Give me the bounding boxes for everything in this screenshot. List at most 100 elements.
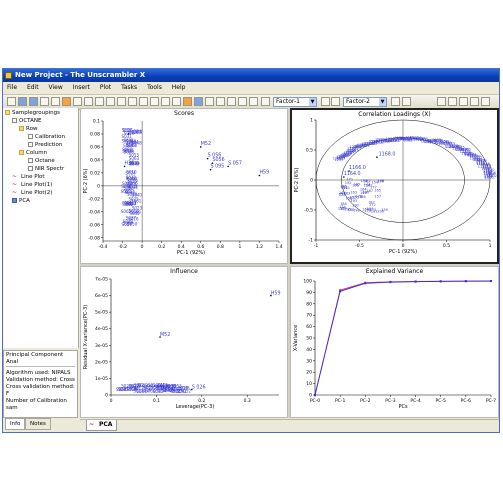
zoom-in-icon[interactable] — [117, 97, 126, 106]
loading-point-label: 198 — [353, 208, 360, 212]
new-file-icon[interactable] — [7, 97, 16, 106]
redo-icon[interactable] — [95, 97, 104, 106]
y-tick-label: -0.06 — [88, 222, 100, 228]
y-tick-label: 0 — [309, 393, 312, 399]
prev-icon[interactable] — [391, 97, 400, 106]
x-tick-label: PC-3 — [385, 398, 395, 404]
factor-y-select[interactable]: Factor-2 ▼ — [343, 97, 387, 107]
factor-x-select[interactable]: Factor-1 ▼ — [273, 97, 317, 107]
tree-item-pca[interactable]: PCA — [12, 198, 30, 205]
chevron-down-icon: ▼ — [379, 98, 386, 106]
influence-plot[interactable]: Influence 0 0.1 0.2 0.3 7e-05 6e-05 5e-05 4e-05… — [80, 266, 288, 418]
menu-insert[interactable]: Insert — [73, 84, 90, 91]
x-tick-label: 0.5 — [443, 243, 450, 249]
table-icon — [12, 118, 17, 123]
loading-point-label: 186 — [359, 195, 366, 199]
tree-item-line-plot-1[interactable]: ~ Line Plot(1) — [12, 182, 52, 189]
arrow-draw-icon[interactable] — [448, 97, 457, 106]
y-tick-label: 0.08 — [90, 131, 100, 137]
tree-label: OCTANE — [19, 118, 42, 124]
tree-item-column[interactable]: Column — [19, 150, 47, 157]
tree-item-calibration[interactable]: Calibration — [28, 134, 65, 141]
loading-point-label: 193 — [350, 199, 357, 203]
save-icon[interactable] — [29, 97, 38, 106]
tree-item-nir[interactable]: NIR Spectr — [28, 166, 64, 173]
tab-info[interactable]: Info — [5, 418, 26, 430]
print-icon[interactable] — [40, 97, 49, 106]
y-tick-label: -0.08 — [88, 235, 100, 241]
menu-view[interactable]: View — [49, 84, 63, 91]
swap-icon[interactable] — [331, 97, 340, 106]
y-axis-icon[interactable] — [321, 97, 330, 106]
rescale-icon[interactable] — [150, 97, 159, 106]
copy-icon[interactable] — [73, 97, 82, 106]
mark-icon[interactable] — [183, 97, 192, 106]
menu-plot[interactable]: Plot — [100, 84, 111, 91]
menu-file[interactable]: File — [7, 84, 17, 91]
table-icon[interactable] — [205, 97, 214, 106]
grid-icon[interactable] — [194, 97, 203, 106]
tab-notes[interactable]: Notes — [25, 418, 51, 430]
polygon-draw-icon[interactable] — [481, 97, 490, 106]
x-tick-label: PC-4 — [410, 398, 420, 404]
forward-icon[interactable] — [249, 97, 258, 106]
tree-item-octane-col[interactable]: Octane — [28, 158, 55, 165]
open-icon[interactable] — [18, 97, 27, 106]
filter-icon[interactable] — [172, 97, 181, 106]
x-axis-icon[interactable] — [261, 97, 270, 106]
score-point-label: S061 — [131, 198, 142, 203]
y-tick-label: 5e-05 — [95, 310, 108, 316]
tree-label: Line Plot(1) — [21, 182, 53, 188]
score-point-label: S069 — [130, 210, 141, 215]
x-tick-label: 0.3 — [244, 398, 251, 404]
tree-item-row[interactable]: Row — [19, 126, 37, 133]
line-plot-icon: ~ — [12, 189, 18, 196]
x-tick-label: 0 — [141, 244, 144, 250]
variance-point — [364, 282, 367, 285]
link-icon[interactable] — [227, 97, 236, 106]
sort-icon[interactable] — [161, 97, 170, 106]
info-header: Principal Component Anal — [6, 352, 75, 367]
tree-item-octane[interactable]: OCTANE — [12, 118, 41, 125]
next-icon[interactable] — [402, 97, 411, 106]
x-tick-label: 1 — [489, 243, 492, 249]
rect-draw-icon[interactable] — [459, 97, 468, 106]
back-icon[interactable] — [238, 97, 247, 106]
range-icon — [28, 158, 33, 163]
explained-variance-plot[interactable]: Explained Variance PC-0 PC-1 PC-2 PC-3 PC-4 P… — [290, 266, 499, 418]
scores-plot[interactable]: Scores -0.4 -0.2 0 0.2 0.4 0.6 0.8 1 1.2 1.4 0.1 0.… — [80, 108, 288, 264]
loading-label: 1168.0 — [379, 151, 396, 157]
highlight-icon[interactable] — [62, 97, 71, 106]
undo-icon[interactable] — [84, 97, 93, 106]
menu-help[interactable]: Help — [172, 84, 186, 91]
pca-model-icon — [12, 198, 17, 203]
chart-icon[interactable] — [216, 97, 225, 106]
score-label: S056 — [213, 157, 225, 163]
influence-chart: 0 0.1 0.2 0.37e-056e-055e-054e-053e-052e-05… — [83, 277, 281, 411]
variance-series-line — [314, 280, 492, 396]
zoom-out-icon[interactable] — [128, 97, 137, 106]
tree-item-samplegroupings[interactable]: Samplegroupings — [5, 110, 60, 117]
line-draw-icon[interactable] — [437, 97, 446, 106]
menu-edit[interactable]: Edit — [27, 84, 39, 91]
variance-point — [439, 280, 442, 283]
x-axis-label: PCs — [398, 404, 408, 410]
menu-tasks[interactable]: Tasks — [121, 84, 137, 91]
tree-label: PCA — [19, 198, 30, 204]
paste-icon[interactable] — [106, 97, 115, 106]
score-label: H59 — [259, 170, 269, 176]
tree-item-line-plot[interactable]: ~ Line Plot — [12, 174, 45, 181]
folder-icon — [19, 126, 24, 131]
correlation-loadings-plot[interactable]: Correlation Loadings (X) -1 -0.5 0 0.5 1 1 0.5… — [290, 108, 499, 264]
tab-pca[interactable]: ~ PCA — [86, 420, 118, 431]
y-tick-label: 1 — [310, 118, 313, 124]
tree-item-line-plot-2[interactable]: ~ Line Plot(2) — [12, 190, 52, 197]
ellipse-draw-icon[interactable] — [470, 97, 479, 106]
pan-icon[interactable] — [139, 97, 148, 106]
menu-tools[interactable]: Tools — [147, 84, 162, 91]
y-tick-label: -1 — [309, 238, 314, 244]
cut-icon[interactable] — [51, 97, 60, 106]
tree-item-prediction[interactable]: Prediction — [28, 142, 62, 149]
y-tick-label: 70 — [306, 313, 312, 319]
y-tick-label: 0 — [97, 183, 100, 189]
